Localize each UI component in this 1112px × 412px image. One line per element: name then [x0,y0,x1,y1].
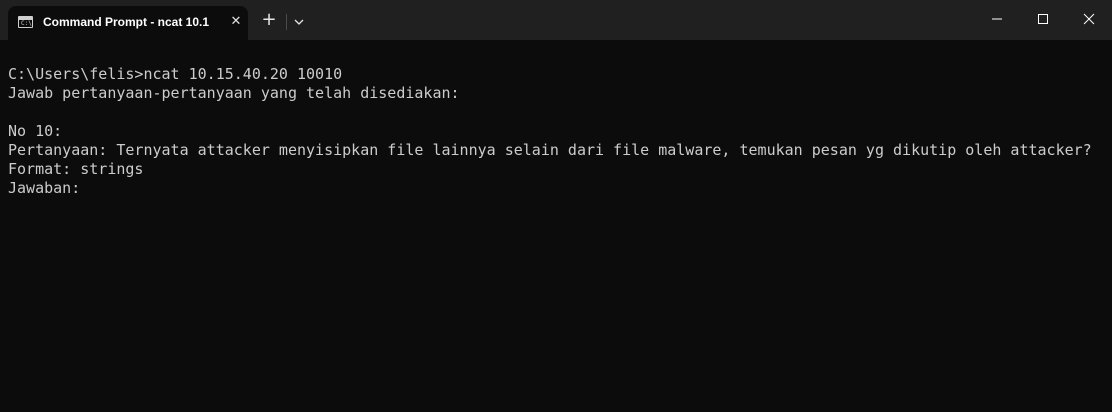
chevron-down-icon[interactable] [289,12,309,32]
close-tab-icon[interactable]: ✕ [227,13,245,31]
console-line: Jawaban: [8,179,81,197]
tab-command-prompt[interactable]: C:\ Command Prompt - ncat 10.1 ✕ [8,6,248,40]
minimize-icon [992,18,1002,20]
close-icon [1083,13,1095,25]
console-line: No 10: [8,122,63,140]
cmd-icon: C:\ [18,16,33,28]
console-line: C:\Users\felis>ncat 10.15.40.20 10010 [8,65,343,83]
minimize-button[interactable] [974,0,1020,38]
tab-title: Command Prompt - ncat 10.1 [43,15,210,29]
tab-divider [286,14,287,30]
console-line: Pertanyaan: Ternyata attacker menyisipka… [8,141,1092,159]
console-line: Format: strings [8,160,144,178]
new-tab-button[interactable]: + [258,10,280,32]
maximize-button[interactable] [1020,0,1066,38]
maximize-icon [1038,14,1048,24]
close-window-button[interactable] [1066,0,1112,38]
terminal-window: C:\ Command Prompt - ncat 10.1 ✕ + C:\Us… [0,0,1112,412]
title-bar[interactable]: C:\ Command Prompt - ncat 10.1 ✕ + [0,0,1112,40]
console-output[interactable]: C:\Users\felis>ncat 10.15.40.20 10010 Ja… [8,65,1112,236]
console-line: Jawab pertanyaan-pertanyaan yang telah d… [8,84,460,102]
